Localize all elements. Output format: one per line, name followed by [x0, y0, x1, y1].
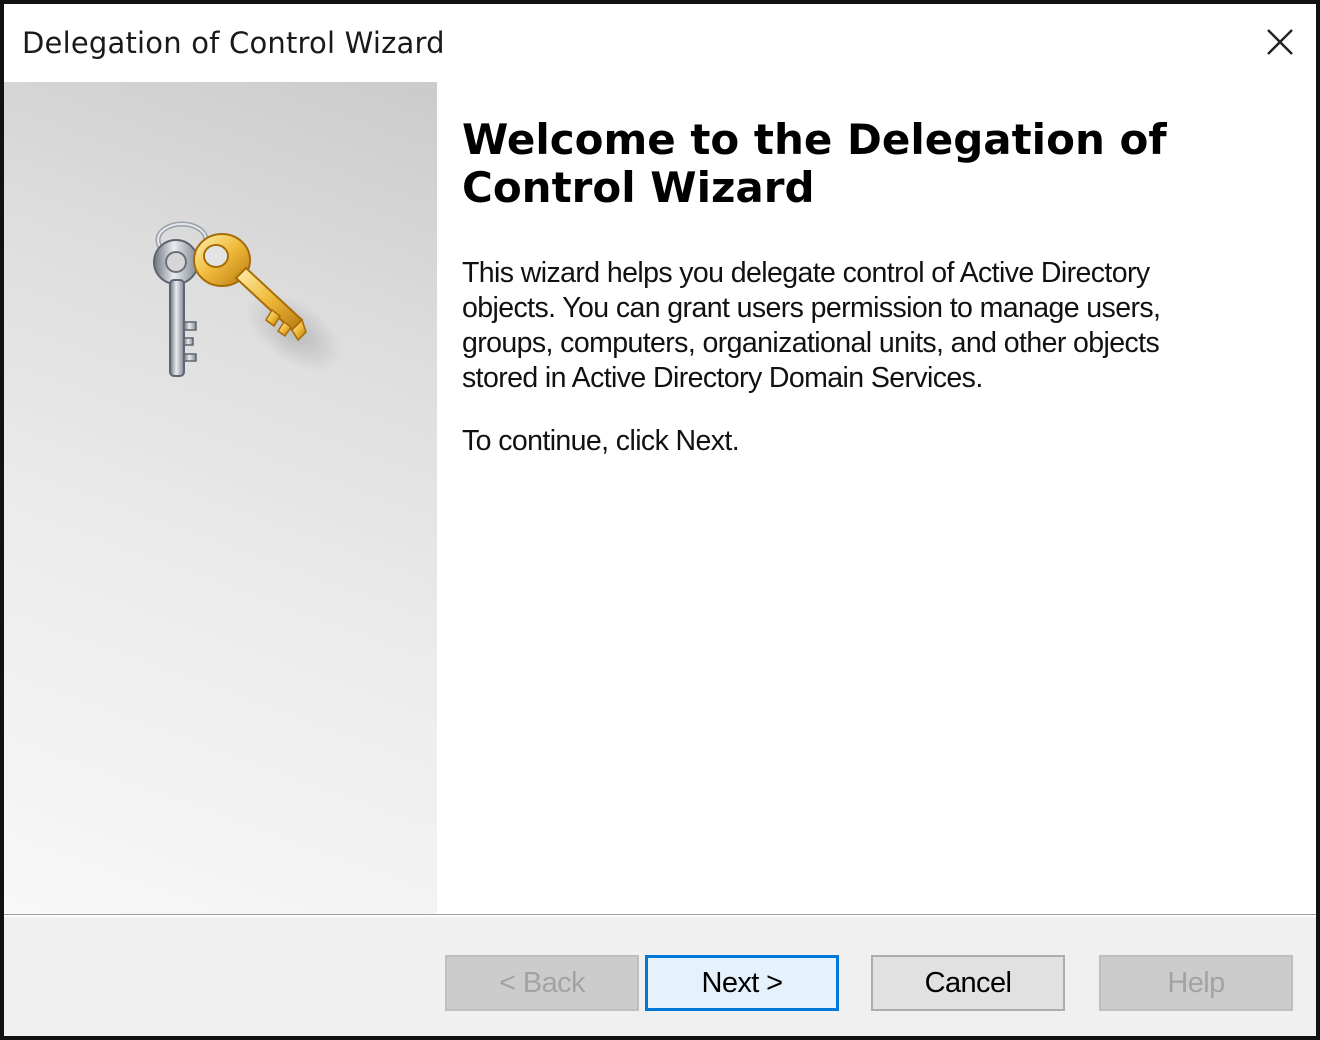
title-bar: Delegation of Control Wizard — [4, 4, 1316, 82]
close-button[interactable] — [1252, 14, 1308, 70]
page-title: Welcome to the Delegation of Control Wiz… — [462, 115, 1167, 212]
cancel-button[interactable]: Cancel — [871, 955, 1065, 1011]
wizard-banner — [4, 82, 437, 914]
wizard-instruction: To continue, click Next. — [462, 425, 740, 457]
wizard-description: This wizard helps you delegate control o… — [462, 257, 1161, 394]
next-button[interactable]: Next > — [645, 955, 839, 1011]
window-title: Delegation of Control Wizard — [22, 26, 445, 60]
back-button[interactable]: < Back — [445, 955, 639, 1011]
wizard-window: Delegation of Control Wizard Welcome to … — [0, 0, 1320, 1040]
footer-divider — [4, 914, 1316, 916]
wizard-content: Welcome to the Delegation of Control Wiz… — [462, 116, 1292, 459]
close-icon — [1267, 29, 1293, 55]
help-button[interactable]: Help — [1099, 955, 1293, 1011]
keys-icon — [153, 221, 343, 377]
